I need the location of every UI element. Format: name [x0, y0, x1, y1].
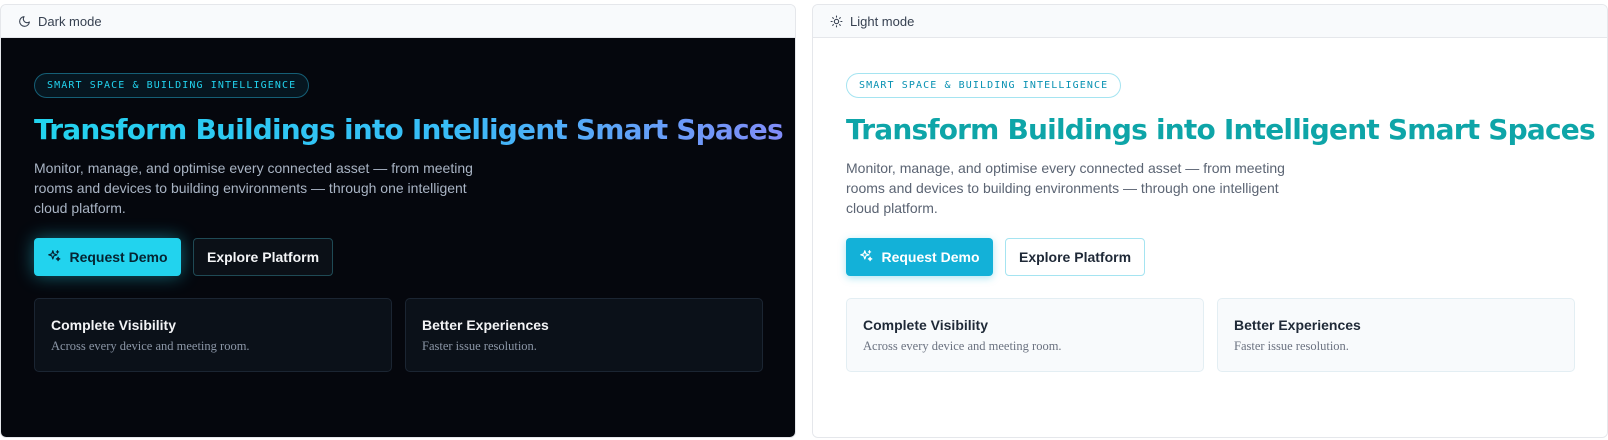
explore-platform-button[interactable]: Explore Platform	[193, 238, 333, 276]
eyebrow-badge: SMART SPACE & BUILDING INTELLIGENCE	[846, 73, 1122, 98]
request-demo-label: Request Demo	[69, 249, 168, 265]
hero-section: SMART SPACE & BUILDING INTELLIGENCE Tran…	[1, 38, 795, 437]
hero-section: SMART SPACE & BUILDING INTELLIGENCE Tran…	[813, 38, 1607, 437]
hero-subtitle: Monitor, manage, and optimise every conn…	[846, 160, 1285, 216]
eyebrow-badge: SMART SPACE & BUILDING INTELLIGENCE	[34, 73, 310, 98]
request-demo-button[interactable]: Request Demo	[34, 238, 181, 276]
feature-title: Better Experiences	[422, 317, 549, 333]
feature-card-visibility: Complete Visibility Across every device …	[846, 298, 1204, 372]
sun-icon	[830, 15, 843, 28]
sparkle-icon	[859, 249, 873, 266]
panel-header: Light mode	[813, 5, 1607, 38]
feature-card-visibility: Complete Visibility Across every device …	[34, 298, 392, 372]
feature-card-experiences: Better Experiences Faster issue resoluti…	[405, 298, 763, 372]
feature-description: Faster issue resolution.	[1234, 339, 1349, 353]
request-demo-label: Request Demo	[881, 249, 980, 265]
explore-platform-label: Explore Platform	[1018, 249, 1132, 265]
panel-label: Dark mode	[38, 13, 102, 29]
light-mode-panel: Light mode SMART SPACE & BUILDING INTELL…	[812, 4, 1608, 438]
feature-title: Better Experiences	[1234, 317, 1361, 333]
feature-title: Complete Visibility	[863, 317, 988, 333]
feature-card-experiences: Better Experiences Faster issue resoluti…	[1217, 298, 1575, 372]
moon-icon	[18, 15, 31, 28]
feature-title: Complete Visibility	[51, 317, 176, 333]
feature-description: Across every device and meeting room.	[51, 339, 250, 353]
hero-subtitle: Monitor, manage, and optimise every conn…	[34, 160, 473, 216]
explore-platform-button[interactable]: Explore Platform	[1005, 238, 1145, 276]
feature-description: Faster issue resolution.	[422, 339, 537, 353]
dark-mode-panel: Dark mode SMART SPACE & BUILDING INTELLI…	[0, 4, 796, 438]
feature-description: Across every device and meeting room.	[863, 339, 1062, 353]
panel-header: Dark mode	[1, 5, 795, 38]
hero-title: Transform Buildings into Intelligent Sma…	[846, 113, 1596, 146]
panel-label: Light mode	[850, 13, 915, 29]
explore-platform-label: Explore Platform	[206, 249, 320, 265]
hero-title: Transform Buildings into Intelligent Sma…	[34, 113, 784, 146]
sparkle-icon	[47, 249, 61, 266]
request-demo-button[interactable]: Request Demo	[846, 238, 993, 276]
preview-canvas: Dark mode SMART SPACE & BUILDING INTELLI…	[0, 0, 1608, 440]
